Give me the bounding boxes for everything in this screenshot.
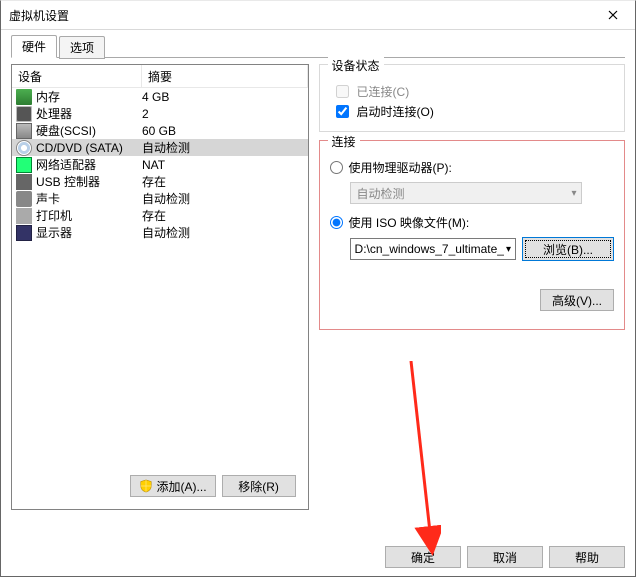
physical-drive-value: 自动检测 bbox=[357, 185, 405, 202]
device-row-sound[interactable]: 声卡 自动检测 bbox=[12, 190, 308, 207]
add-device-button[interactable]: 添加(A)... bbox=[130, 475, 216, 497]
connection-group: 连接 使用物理驱动器(P): 自动检测 ▾ bbox=[319, 140, 625, 330]
connection-legend: 连接 bbox=[328, 133, 360, 150]
col-summary[interactable]: 摘要 bbox=[142, 65, 308, 87]
hdd-icon bbox=[16, 123, 32, 139]
close-button[interactable] bbox=[591, 1, 635, 29]
use-physical-label: 使用物理驱动器(P): bbox=[349, 159, 452, 176]
advanced-label: 高级(V)... bbox=[552, 292, 602, 309]
chevron-down-icon: ▾ bbox=[572, 188, 577, 199]
tab-hardware[interactable]: 硬件 bbox=[11, 35, 57, 58]
remove-device-button[interactable]: 移除(R) bbox=[222, 475, 296, 497]
device-row-cddvd[interactable]: CD/DVD (SATA) 自动检测 bbox=[12, 139, 308, 156]
network-icon bbox=[16, 157, 32, 173]
remove-device-label: 移除(R) bbox=[238, 478, 279, 495]
usb-icon bbox=[16, 174, 32, 190]
add-device-label: 添加(A)... bbox=[157, 478, 207, 495]
advanced-button[interactable]: 高级(V)... bbox=[540, 289, 614, 311]
device-panel: 设备 摘要 内存 4 GB 处理器 2 bbox=[11, 64, 309, 510]
browse-label: 浏览(B)... bbox=[543, 241, 593, 258]
device-list[interactable]: 设备 摘要 内存 4 GB 处理器 2 bbox=[12, 65, 308, 509]
device-list-header: 设备 摘要 bbox=[12, 65, 308, 88]
connect-at-poweron-checkbox[interactable] bbox=[336, 105, 349, 118]
device-row-printer[interactable]: 打印机 存在 bbox=[12, 207, 308, 224]
connected-label: 已连接(C) bbox=[357, 83, 410, 100]
display-icon bbox=[16, 225, 32, 241]
ok-label: 确定 bbox=[411, 549, 435, 566]
device-row-hdd[interactable]: 硬盘(SCSI) 60 GB bbox=[12, 122, 308, 139]
memory-icon bbox=[16, 89, 32, 105]
device-row-display[interactable]: 显示器 自动检测 bbox=[12, 224, 308, 241]
iso-path-combo[interactable]: D:\cn_windows_7_ultimate_ ▾ bbox=[350, 238, 516, 260]
tab-options[interactable]: 选项 bbox=[59, 36, 105, 59]
window-title: 虚拟机设置 bbox=[9, 7, 69, 24]
shield-icon bbox=[139, 479, 153, 493]
iso-path-value: D:\cn_windows_7_ultimate_ bbox=[355, 242, 504, 256]
device-status-group: 设备状态 已连接(C) 启动时连接(O) bbox=[319, 64, 625, 132]
browse-button[interactable]: 浏览(B)... bbox=[522, 237, 614, 261]
physical-drive-dropdown: 自动检测 ▾ bbox=[350, 182, 582, 204]
ok-button[interactable]: 确定 bbox=[385, 546, 461, 568]
device-row-net[interactable]: 网络适配器 NAT bbox=[12, 156, 308, 173]
help-button[interactable]: 帮助 bbox=[549, 546, 625, 568]
device-row-memory[interactable]: 内存 4 GB bbox=[12, 88, 308, 105]
cd-icon bbox=[16, 140, 32, 156]
sound-icon bbox=[16, 191, 32, 207]
cpu-icon bbox=[16, 106, 32, 122]
device-row-cpu[interactable]: 处理器 2 bbox=[12, 105, 308, 122]
help-label: 帮助 bbox=[575, 549, 599, 566]
use-iso-radio[interactable] bbox=[330, 216, 343, 229]
connected-checkbox bbox=[336, 85, 349, 98]
device-row-usb[interactable]: USB 控制器 存在 bbox=[12, 173, 308, 190]
connect-at-poweron-label: 启动时连接(O) bbox=[357, 103, 434, 120]
close-icon bbox=[608, 10, 618, 20]
cancel-label: 取消 bbox=[493, 549, 517, 566]
chevron-down-icon: ▾ bbox=[504, 244, 513, 255]
tab-strip: 硬件 选项 bbox=[11, 36, 625, 58]
printer-icon bbox=[16, 208, 32, 224]
use-iso-label: 使用 ISO 映像文件(M): bbox=[349, 214, 470, 231]
cancel-button[interactable]: 取消 bbox=[467, 546, 543, 568]
use-physical-radio[interactable] bbox=[330, 161, 343, 174]
col-device[interactable]: 设备 bbox=[12, 65, 142, 87]
device-status-legend: 设备状态 bbox=[328, 57, 384, 74]
